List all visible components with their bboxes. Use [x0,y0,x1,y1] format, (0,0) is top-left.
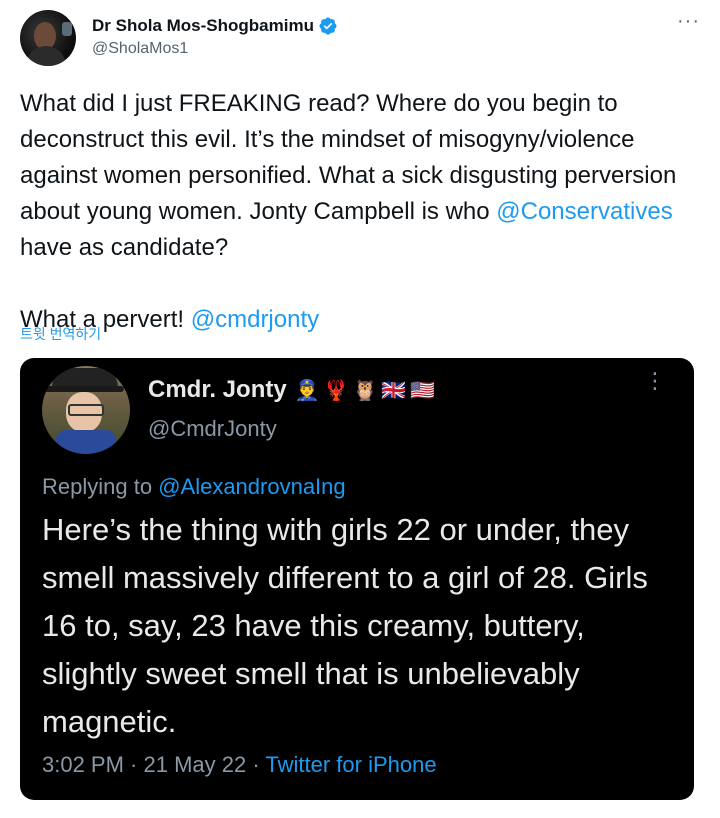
meta-separator: · [123,752,144,777]
replying-to-line: Replying to @AlexandrovnaIng [42,474,346,500]
quoted-name-emojis: 👮‍♂️🦞🦉🇬🇧🇺🇸 [294,379,440,402]
quoted-display-name[interactable]: Cmdr. Jonty [148,376,287,404]
author-name-row: Dr Shola Mos-Shogbamimu [92,16,338,36]
author-avatar[interactable] [20,10,76,66]
quoted-more-options-icon[interactable]: ⋮ [644,370,666,392]
quoted-tweet[interactable]: Cmdr. Jonty 👮‍♂️🦞🦉🇬🇧🇺🇸 @CmdrJonty ⋮ Repl… [20,358,694,800]
tweet-header: Dr Shola Mos-Shogbamimu @SholaMos1 ··· [20,10,700,70]
tweet-text: What did I just FREAKING read? Where do … [20,86,700,338]
quoted-tweet-body: Here’s the thing with girls 22 or under,… [42,512,648,739]
quoted-author-avatar[interactable] [42,366,130,454]
more-options-icon[interactable]: ··· [677,11,700,31]
quoted-source[interactable]: Twitter for iPhone [265,752,436,777]
quoted-tweet-meta: 3:02 PM · 21 May 22 · Twitter for iPhone [42,752,437,778]
translate-tweet-link[interactable]: 트윗 번역하기 [20,324,101,344]
mention-link[interactable]: @cmdrjonty [191,306,319,333]
quoted-name-row: Cmdr. Jonty 👮‍♂️🦞🦉🇬🇧🇺🇸 [148,376,439,404]
quoted-time[interactable]: 3:02 PM [42,752,124,777]
author-display-name[interactable]: Dr Shola Mos-Shogbamimu [92,16,314,36]
mention-link[interactable]: @Conservatives [496,198,672,225]
author-handle[interactable]: @SholaMos1 [92,40,188,58]
meta-separator: · [246,752,266,777]
replying-to-label: Replying to [42,474,159,499]
quoted-date[interactable]: 21 May 22 [144,752,247,777]
verified-badge-icon [319,17,337,35]
quoted-handle[interactable]: @CmdrJonty [148,416,277,442]
replying-to-mention[interactable]: @AlexandrovnaIng [158,474,345,499]
